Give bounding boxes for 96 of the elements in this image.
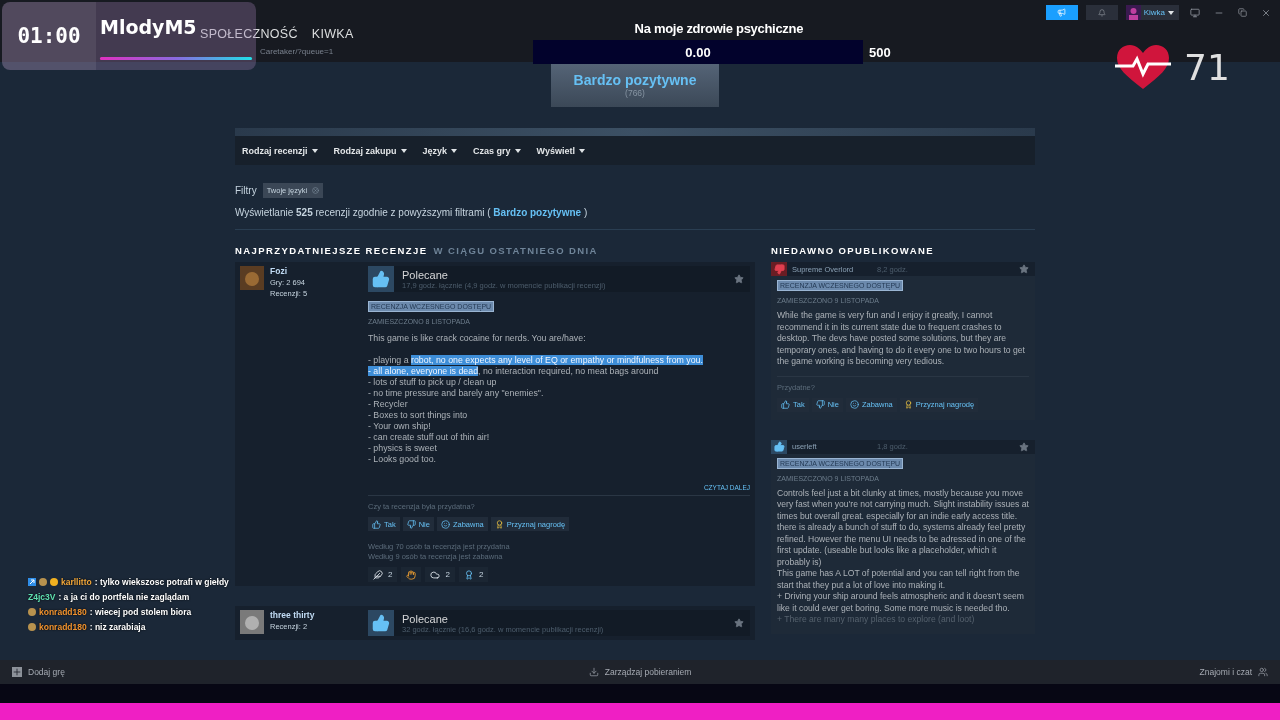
filter-dropdown[interactable]: Rodzaj zakupu (333, 145, 407, 156)
nav-item[interactable]: SPOŁECZNOŚĆ (200, 27, 298, 41)
avatar (240, 610, 264, 634)
review-line: - no time pressure and barely any "enemies". (368, 388, 545, 399)
goal-amount: 0.00 (685, 44, 711, 60)
review-line: - playing a robot, no one expects any level of EQ or empathy or mindfulness from you. (368, 355, 704, 366)
cookie-icon (39, 577, 47, 586)
section-heading: NAJPRZYDATNIEJSZE RECENZJE W CIĄGU OSTATNIEGO DNIA (235, 245, 599, 256)
star-icon[interactable] (734, 618, 744, 628)
account-menu[interactable]: Kiwka (1125, 5, 1179, 20)
section-heading: NIEDAWNO OPUBLIKOWANE (771, 245, 935, 256)
plus-icon (12, 667, 22, 677)
friends-icon (1258, 667, 1268, 677)
caret-icon (514, 148, 521, 153)
author-name[interactable]: three thirty (270, 610, 315, 620)
megaphone-icon (1057, 8, 1067, 17)
monitor-icon (1190, 7, 1200, 18)
goal-target: 500 (869, 44, 891, 60)
hand-icon (406, 569, 417, 580)
thumbs-down-icon (815, 400, 825, 409)
rating-label: Bardzo pozytywne (573, 71, 697, 88)
award-icon (494, 519, 504, 529)
downloads-button[interactable]: Zarządzaj pobieraniem (588, 667, 692, 677)
chat-message: : tylko wiekszosc potrafi w giełdy (94, 576, 229, 587)
verdict: Polecane (402, 612, 449, 625)
results-summary: Wyświetlanie 525 recenzji zgodnie z powyższymi filtrami ( Bardzo pozytywne ) (235, 207, 589, 218)
filter-dropdown[interactable]: Czas gry (473, 145, 521, 156)
star-icon[interactable] (734, 274, 744, 284)
caret-icon (311, 148, 318, 153)
chat-username: konradd180 (39, 621, 87, 632)
smiley-icon (849, 400, 859, 409)
chat-username: konradd180 (39, 606, 87, 617)
badge-icon (28, 577, 36, 586)
goal-title: Na moje zdrowie psychiczne (634, 21, 804, 36)
award-icon (903, 400, 913, 409)
star-icon[interactable] (1019, 264, 1029, 274)
author-name[interactable]: Fozi (270, 266, 308, 276)
review-line: - physics is sweet (368, 443, 438, 454)
review-text: This game has A LOT of potential and you can tell right from the start that they put a lot of love into making it. (777, 568, 1021, 591)
notifications-button[interactable] (1085, 5, 1118, 20)
chat-message: : wiecej pod stolem biora (89, 606, 192, 617)
review-line: - can create stuff out of thin air! (368, 432, 491, 443)
streamer-name: MlodyM5 (100, 16, 197, 38)
review-line: This game is like crack cocaine for nerds. You are/have: (368, 333, 587, 344)
rating-count: (766) (625, 87, 645, 98)
review-text: Controls feel just a bit clunky at times, mostly because you move very fast when you're not carrying much. Slight instability issues at times but overall great. especially for an indie early access title. there is already a bunch of stuff to do, systems already feel pretty refined. However the menu UI needs to be adressed in one of the first update. (useable but looks like a placeholder, which it probably is) (777, 487, 1029, 568)
award-button[interactable]: 2 (425, 567, 455, 582)
cloud-icon (430, 569, 441, 580)
chat-username: karllitto (61, 576, 92, 587)
review-line: - Looks good too. (368, 454, 437, 465)
feather-icon (373, 569, 383, 580)
close-icon (1261, 7, 1271, 18)
filters-label: Filtry (235, 184, 257, 196)
friends-chat-button[interactable]: Znajomi i czat (1199, 667, 1268, 677)
add-game-button[interactable]: Dodaj grę (12, 667, 65, 677)
big-picture-button[interactable] (1187, 7, 1203, 18)
filter-dropdown[interactable]: Język (422, 145, 458, 156)
thumbs-up-icon (781, 400, 790, 409)
remove-icon (312, 186, 320, 194)
bell-icon (1097, 8, 1106, 17)
ribbon-icon (463, 569, 474, 580)
caret-icon (578, 148, 585, 153)
restore-icon (1238, 8, 1247, 17)
thumbs-up-icon (372, 519, 381, 529)
caret-icon (1168, 10, 1174, 15)
url-text: Caretaker/?queue=1 (260, 46, 334, 56)
filter-dropdown[interactable]: Wyświetl (536, 145, 585, 156)
star-icon[interactable] (1019, 441, 1029, 452)
chat-message: : a ja ci do portfela nie zaglądam (58, 591, 190, 602)
coin-icon (50, 577, 58, 586)
heart-rate-icon (1114, 44, 1172, 90)
caret-icon (400, 148, 407, 153)
avatar (240, 266, 264, 290)
chat-message: : niz zarabiaja (89, 621, 146, 632)
announcements-button[interactable] (1045, 5, 1078, 20)
review-text: While the game is very fun and I enjoy it greatly, I cannot recommend it in its current state due to frequent crashes to desktop. The devs have posted some solutions, but they are temporary ones, and having to do it every one to two hours to get the game working is becoming very tedious. (777, 310, 1026, 368)
review-line: - lots of stuff to pick up / clean up (368, 377, 498, 388)
review-line: - Recycler (368, 399, 409, 410)
chat-username: Z4jc3V (28, 591, 56, 602)
rating-link[interactable]: Bardzo pozytywne (493, 207, 582, 218)
award-button[interactable] (401, 567, 422, 582)
smiley-icon (440, 519, 450, 529)
download-icon (588, 667, 599, 677)
nav-item[interactable]: KIWKA (311, 27, 354, 41)
review-text: + Driving your ship around feels atmospheric and it doesn't seem like it could ever get boring. Some more music is needed tho. (777, 591, 1025, 614)
heart-rate-value: 71 (1184, 46, 1230, 88)
caret-icon (451, 148, 458, 153)
restore-button[interactable] (1235, 8, 1250, 17)
filter-dropdown[interactable]: Rodzaj recenzji (242, 145, 318, 156)
award-button[interactable]: 2 (458, 567, 489, 582)
award-button[interactable]: 2 (368, 567, 398, 582)
thumbs-down-icon (406, 519, 416, 529)
verdict: Polecane (402, 268, 449, 281)
review-line: - Your own ship! (368, 421, 432, 432)
timer: 01:00 (17, 24, 81, 48)
review-line: - Boxes to sort things into (368, 410, 469, 421)
